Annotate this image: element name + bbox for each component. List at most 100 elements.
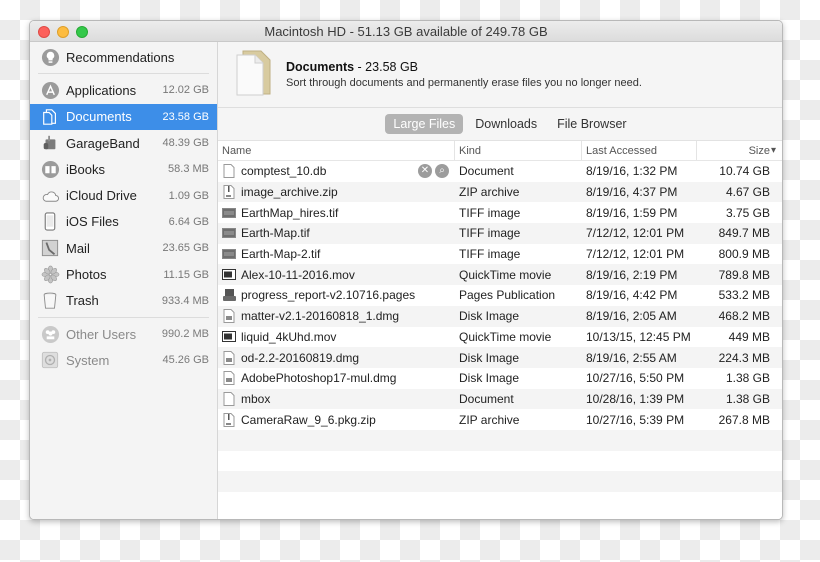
sidebar-item-mail[interactable]: Mail 23.65 GB: [30, 235, 217, 261]
category-name: Documents: [286, 60, 355, 74]
sidebar-item-ibooks[interactable]: iBooks 58.3 MB: [30, 156, 217, 182]
file-name: liquid_4kUhd.mov: [241, 329, 337, 344]
cell-kind: ZIP archive: [459, 412, 520, 427]
sidebar-item-label: Recommendations: [66, 49, 175, 65]
sidebar-item-label: System: [66, 352, 110, 368]
cell-size: 4.67 GB: [725, 185, 770, 200]
empty-table-row: [218, 429, 782, 451]
cell-kind: TIFF image: [459, 247, 521, 262]
sidebar-item-garageband[interactable]: GarageBand 48.39 GB: [30, 130, 217, 156]
files-table: Name Kind Last Accessed Size ▾ comptest_…: [218, 141, 782, 519]
cell-last-accessed: 7/12/12, 12:01 PM: [586, 226, 685, 241]
tab-file-browser[interactable]: File Browser: [549, 114, 634, 134]
cell-last-accessed: 8/19/16, 2:55 AM: [586, 350, 677, 365]
sidebar-item-size: 11.15 GB: [163, 268, 209, 281]
delete-file-icon[interactable]: ✕: [418, 164, 432, 179]
file-name: image_archive.zip: [241, 185, 338, 200]
garageband-icon: [40, 133, 60, 153]
cell-name: od-2.2-20160819.dmg: [218, 347, 455, 368]
file-name: mbox: [241, 391, 271, 406]
table-row[interactable]: Alex-10-11-2016.mov QuickTime movie 8/19/1…: [218, 264, 782, 286]
column-header-kind[interactable]: Kind: [455, 141, 582, 160]
window-controls: [38, 26, 88, 38]
sidebar-item-trash[interactable]: Trash 933.4 MB: [30, 288, 217, 314]
cell-name: matter-v2.1-20160818_1.dmg: [218, 306, 455, 327]
cell-kind: Disk Image: [459, 350, 520, 365]
table-row[interactable]: AdobePhotoshop17-mul.dmg Disk Image 10/27/…: [218, 368, 782, 389]
cell-name: mbox: [218, 389, 455, 410]
cell-name: Alex-10-11-2016.mov: [218, 264, 455, 285]
sidebar-item-other-users[interactable]: Other Users 990.2 MB: [30, 321, 217, 347]
sidebar-item-recommendations[interactable]: Recommendations: [30, 44, 217, 70]
cell-last-accessed: 7/12/12, 12:01 PM: [586, 247, 685, 262]
table-header: Name Kind Last Accessed Size ▾: [218, 141, 782, 161]
cell-size: 267.8 MB: [718, 412, 770, 427]
main-panel: Documents - 23.58 GB Sort through docume…: [218, 42, 782, 519]
category-title: Documents - 23.58 GB: [286, 60, 642, 74]
cell-last-accessed: 10/27/16, 5:39 PM: [586, 412, 685, 427]
sidebar: Recommendations Applications 12.02 GB Do…: [30, 42, 218, 519]
cell-last-accessed: 10/27/16, 5:50 PM: [586, 371, 685, 386]
system-icon: [40, 350, 60, 370]
close-window-button[interactable]: [38, 26, 50, 38]
window-title: Macintosh HD - 51.13 GB available of 249…: [264, 23, 548, 39]
sidebar-item-label: GarageBand: [66, 135, 140, 151]
sidebar-item-icloud-drive[interactable]: iCloud Drive 1.09 GB: [30, 182, 217, 208]
cell-name: Earth-Map.tif: [218, 223, 455, 244]
sidebar-item-documents[interactable]: Documents 23.58 GB: [30, 103, 217, 130]
table-row[interactable]: EarthMap_hires.tif TIFF image 8/19/16, 1:5…: [218, 202, 782, 223]
tab-downloads[interactable]: Downloads: [467, 114, 545, 134]
table-row[interactable]: liquid_4kUhd.mov QuickTime movie 10/13/15,…: [218, 327, 782, 348]
cell-kind: QuickTime movie: [459, 329, 552, 344]
zip-icon: [222, 412, 236, 427]
iphone-icon: [40, 212, 60, 232]
tab-large-files[interactable]: Large Files: [385, 114, 464, 134]
cell-kind: Document: [459, 164, 514, 179]
column-header-size[interactable]: Size ▾: [697, 141, 782, 160]
table-row[interactable]: progress_report-v2.10716.pages Pages Publ…: [218, 285, 782, 306]
category-description: Sort through documents and permanently e…: [286, 77, 642, 89]
table-row[interactable]: Earth-Map.tif TIFF image 7/12/12, 12:01 PM…: [218, 223, 782, 244]
cell-size: 1.38 GB: [725, 371, 770, 386]
sidebar-item-label: Trash: [66, 293, 99, 309]
table-row[interactable]: Earth-Map-2.tif TIFF image 7/12/12, 12:01 …: [218, 244, 782, 265]
file-name: AdobePhotoshop17-mul.dmg: [241, 371, 397, 386]
column-header-last-accessed[interactable]: Last Accessed: [582, 141, 697, 160]
column-header-name[interactable]: Name: [218, 141, 455, 160]
table-row[interactable]: CameraRaw_9_6.pkg.zip ZIP archive 10/27/16…: [218, 409, 782, 430]
zoom-window-button[interactable]: [76, 26, 88, 38]
sidebar-item-system[interactable]: System 45.26 GB: [30, 347, 217, 373]
sidebar-item-applications[interactable]: Applications 12.02 GB: [30, 77, 217, 103]
documents-large-icon: [234, 49, 272, 100]
sidebar-item-photos[interactable]: Photos 11.15 GB: [30, 261, 217, 287]
sidebar-item-size: 6.64 GB: [168, 215, 209, 228]
cell-name: EarthMap_hires.tif: [218, 202, 455, 223]
cell-name: CameraRaw_9_6.pkg.zip: [218, 409, 455, 430]
file-name: CameraRaw_9_6.pkg.zip: [241, 412, 376, 427]
sidebar-item-size: 1.09 GB: [168, 189, 209, 202]
cell-kind: Document: [459, 391, 514, 406]
row-actions: ✕ ⌕: [418, 164, 449, 179]
table-row[interactable]: image_archive.zip ZIP archive 8/19/16, 4:3…: [218, 181, 782, 203]
table-row[interactable]: matter-v2.1-20160818_1.dmg Disk Image 8/19…: [218, 305, 782, 327]
empty-table-row: [218, 451, 782, 472]
cloud-icon: [40, 186, 60, 206]
sidebar-item-size: 48.39 GB: [162, 137, 209, 150]
table-row[interactable]: mbox Document 10/28/16, 1:39 PM 1.38 GB: [218, 388, 782, 410]
file-name: comptest_10.db: [241, 164, 327, 179]
cell-name: comptest_10.db ✕ ⌕: [218, 161, 455, 182]
reveal-in-finder-icon[interactable]: ⌕: [435, 164, 449, 179]
sidebar-divider: [38, 316, 209, 318]
table-row[interactable]: comptest_10.db ✕ ⌕ Document 8/19/16, 1:32 PM…: [218, 161, 782, 182]
cell-kind: Disk Image: [459, 371, 520, 386]
cell-size: 789.8 MB: [718, 267, 770, 282]
document-icon: [222, 164, 236, 179]
table-row[interactable]: od-2.2-20160819.dmg Disk Image 8/19/16, 2:…: [218, 347, 782, 368]
cell-last-accessed: 10/13/15, 12:45 PM: [586, 329, 691, 344]
pages-icon: [222, 288, 236, 302]
minimize-window-button[interactable]: [57, 26, 69, 38]
movie-icon: [222, 268, 236, 282]
sidebar-item-ios-files[interactable]: iOS Files 6.64 GB: [30, 209, 217, 235]
sidebar-item-label: Documents: [66, 109, 132, 125]
cell-size: 849.7 MB: [718, 226, 770, 241]
